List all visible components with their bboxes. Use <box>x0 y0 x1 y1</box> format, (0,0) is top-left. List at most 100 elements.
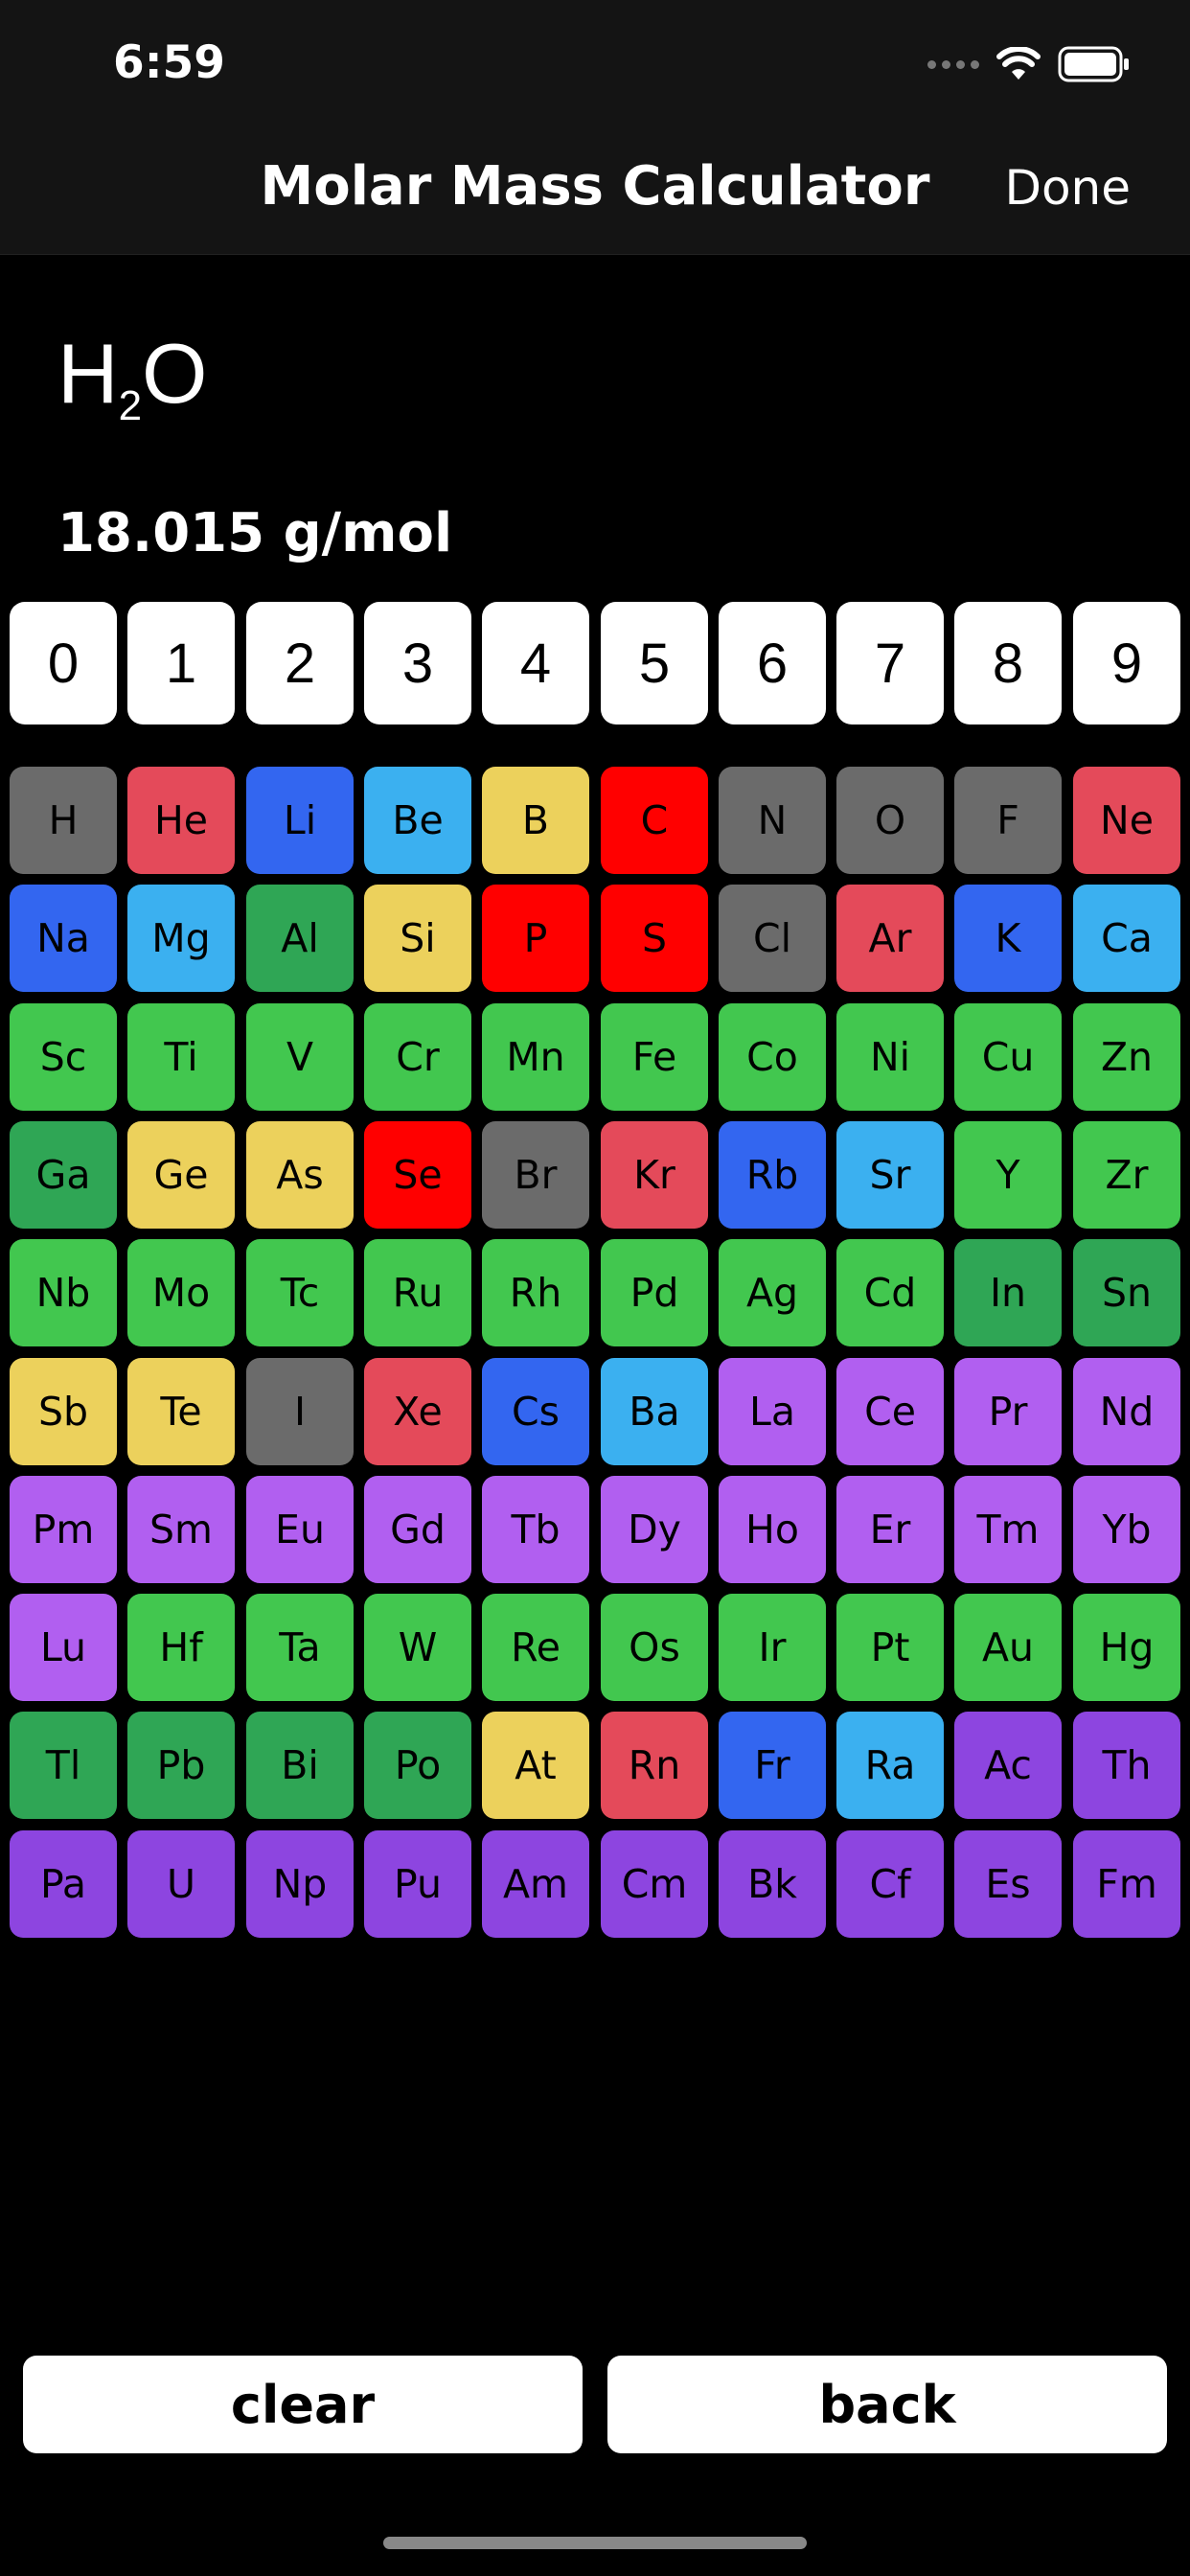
element-key-he[interactable]: He <box>127 767 235 874</box>
element-key-pd[interactable]: Pd <box>601 1239 708 1346</box>
element-key-be[interactable]: Be <box>364 767 471 874</box>
element-key-te[interactable]: Te <box>127 1358 235 1465</box>
element-key-tl[interactable]: Tl <box>10 1712 117 1819</box>
element-key-u[interactable]: U <box>127 1830 235 1938</box>
element-key-pm[interactable]: Pm <box>10 1476 117 1583</box>
element-key-mn[interactable]: Mn <box>482 1003 589 1111</box>
element-key-o[interactable]: O <box>836 767 944 874</box>
element-key-ca[interactable]: Ca <box>1073 885 1180 992</box>
element-key-gd[interactable]: Gd <box>364 1476 471 1583</box>
element-key-in[interactable]: In <box>954 1239 1062 1346</box>
element-key-k[interactable]: K <box>954 885 1062 992</box>
element-key-f[interactable]: F <box>954 767 1062 874</box>
back-button[interactable]: back <box>607 2356 1167 2453</box>
element-key-xe[interactable]: Xe <box>364 1358 471 1465</box>
element-key-ti[interactable]: Ti <box>127 1003 235 1111</box>
element-key-au[interactable]: Au <box>954 1594 1062 1701</box>
element-key-at[interactable]: At <box>482 1712 589 1819</box>
digit-key-9[interactable]: 9 <box>1073 602 1180 724</box>
element-key-sc[interactable]: Sc <box>10 1003 117 1111</box>
element-key-lu[interactable]: Lu <box>10 1594 117 1701</box>
digit-key-6[interactable]: 6 <box>719 602 826 724</box>
clear-button[interactable]: clear <box>23 2356 583 2453</box>
element-key-eu[interactable]: Eu <box>246 1476 354 1583</box>
element-key-pb[interactable]: Pb <box>127 1712 235 1819</box>
element-key-hf[interactable]: Hf <box>127 1594 235 1701</box>
element-key-tc[interactable]: Tc <box>246 1239 354 1346</box>
element-key-pu[interactable]: Pu <box>364 1830 471 1938</box>
element-key-rb[interactable]: Rb <box>719 1121 826 1229</box>
element-key-hg[interactable]: Hg <box>1073 1594 1180 1701</box>
element-key-sb[interactable]: Sb <box>10 1358 117 1465</box>
done-button[interactable]: Done <box>1004 158 1131 218</box>
element-key-pt[interactable]: Pt <box>836 1594 944 1701</box>
element-key-ta[interactable]: Ta <box>246 1594 354 1701</box>
element-key-ac[interactable]: Ac <box>954 1712 1062 1819</box>
element-key-w[interactable]: W <box>364 1594 471 1701</box>
element-key-y[interactable]: Y <box>954 1121 1062 1229</box>
element-key-ce[interactable]: Ce <box>836 1358 944 1465</box>
element-key-cs[interactable]: Cs <box>482 1358 589 1465</box>
element-key-fe[interactable]: Fe <box>601 1003 708 1111</box>
element-key-sm[interactable]: Sm <box>127 1476 235 1583</box>
digit-key-1[interactable]: 1 <box>127 602 235 724</box>
element-key-mo[interactable]: Mo <box>127 1239 235 1346</box>
element-key-bk[interactable]: Bk <box>719 1830 826 1938</box>
element-key-ar[interactable]: Ar <box>836 885 944 992</box>
element-key-po[interactable]: Po <box>364 1712 471 1819</box>
element-key-ba[interactable]: Ba <box>601 1358 708 1465</box>
element-key-zr[interactable]: Zr <box>1073 1121 1180 1229</box>
element-key-v[interactable]: V <box>246 1003 354 1111</box>
element-key-es[interactable]: Es <box>954 1830 1062 1938</box>
element-key-pr[interactable]: Pr <box>954 1358 1062 1465</box>
element-key-ir[interactable]: Ir <box>719 1594 826 1701</box>
element-key-p[interactable]: P <box>482 885 589 992</box>
element-key-rn[interactable]: Rn <box>601 1712 708 1819</box>
element-key-se[interactable]: Se <box>364 1121 471 1229</box>
element-key-cu[interactable]: Cu <box>954 1003 1062 1111</box>
element-key-br[interactable]: Br <box>482 1121 589 1229</box>
element-key-bi[interactable]: Bi <box>246 1712 354 1819</box>
element-key-ru[interactable]: Ru <box>364 1239 471 1346</box>
element-key-dy[interactable]: Dy <box>601 1476 708 1583</box>
element-key-rh[interactable]: Rh <box>482 1239 589 1346</box>
element-key-cf[interactable]: Cf <box>836 1830 944 1938</box>
element-key-ag[interactable]: Ag <box>719 1239 826 1346</box>
element-key-re[interactable]: Re <box>482 1594 589 1701</box>
element-key-th[interactable]: Th <box>1073 1712 1180 1819</box>
element-key-sr[interactable]: Sr <box>836 1121 944 1229</box>
element-key-sn[interactable]: Sn <box>1073 1239 1180 1346</box>
element-key-ne[interactable]: Ne <box>1073 767 1180 874</box>
element-key-li[interactable]: Li <box>246 767 354 874</box>
element-key-nd[interactable]: Nd <box>1073 1358 1180 1465</box>
element-key-na[interactable]: Na <box>10 885 117 992</box>
digit-key-3[interactable]: 3 <box>364 602 471 724</box>
element-key-si[interactable]: Si <box>364 885 471 992</box>
element-key-al[interactable]: Al <box>246 885 354 992</box>
digit-key-5[interactable]: 5 <box>601 602 708 724</box>
element-key-cm[interactable]: Cm <box>601 1830 708 1938</box>
element-key-mg[interactable]: Mg <box>127 885 235 992</box>
element-key-os[interactable]: Os <box>601 1594 708 1701</box>
element-key-s[interactable]: S <box>601 885 708 992</box>
element-key-as[interactable]: As <box>246 1121 354 1229</box>
element-key-nb[interactable]: Nb <box>10 1239 117 1346</box>
element-key-b[interactable]: B <box>482 767 589 874</box>
digit-key-7[interactable]: 7 <box>836 602 944 724</box>
element-key-ho[interactable]: Ho <box>719 1476 826 1583</box>
element-key-cl[interactable]: Cl <box>719 885 826 992</box>
digit-key-0[interactable]: 0 <box>10 602 117 724</box>
element-key-fr[interactable]: Fr <box>719 1712 826 1819</box>
element-key-h[interactable]: H <box>10 767 117 874</box>
element-key-ge[interactable]: Ge <box>127 1121 235 1229</box>
element-key-tm[interactable]: Tm <box>954 1476 1062 1583</box>
element-key-fm[interactable]: Fm <box>1073 1830 1180 1938</box>
element-key-n[interactable]: N <box>719 767 826 874</box>
element-key-cd[interactable]: Cd <box>836 1239 944 1346</box>
digit-key-2[interactable]: 2 <box>246 602 354 724</box>
element-key-zn[interactable]: Zn <box>1073 1003 1180 1111</box>
element-key-kr[interactable]: Kr <box>601 1121 708 1229</box>
element-key-tb[interactable]: Tb <box>482 1476 589 1583</box>
element-key-ga[interactable]: Ga <box>10 1121 117 1229</box>
element-key-er[interactable]: Er <box>836 1476 944 1583</box>
